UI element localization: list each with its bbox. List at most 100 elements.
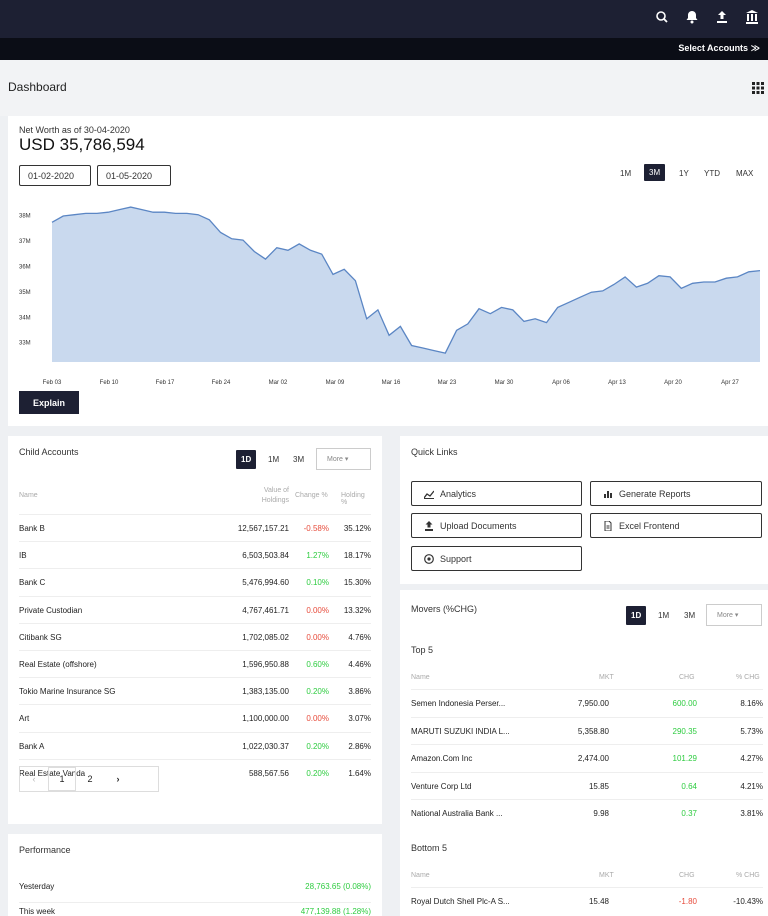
page-2-button[interactable]: 2 <box>76 767 104 791</box>
account-change: -0.58% <box>303 524 329 533</box>
range-1m[interactable]: 1M <box>620 169 631 178</box>
bell-icon[interactable] <box>684 9 700 25</box>
account-holding: 15.30% <box>343 578 371 588</box>
table-row[interactable]: Amazon.Com Inc 2,474.00 101.29 4.27% <box>411 744 763 771</box>
perf-label: This week <box>19 907 56 916</box>
child-accounts-table: Name Value of Holdings Change % Holding … <box>19 486 371 778</box>
security-pct: 3.81% <box>740 809 763 818</box>
col-name: Name <box>411 872 430 879</box>
generate-reports-link[interactable]: Generate Reports <box>590 481 762 506</box>
security-name: Amazon.Com Inc <box>411 754 473 763</box>
explain-button[interactable]: Explain <box>19 391 79 414</box>
x-tick-label: Mar 02 <box>269 380 288 386</box>
grid-icon[interactable] <box>752 82 764 94</box>
table-row[interactable]: Art 1,100,000.00 0.00% 3.07% <box>19 704 371 731</box>
security-name: Semen Indonesia Perser... <box>411 699 506 708</box>
col-mkt: MKT <box>599 674 614 681</box>
security-pct: 4.21% <box>740 781 763 791</box>
y-tick-label: 34M <box>19 315 31 321</box>
upload-icon <box>425 520 433 531</box>
range-1y[interactable]: 1Y <box>679 169 689 178</box>
from-date-input[interactable]: 01-02-2020 <box>19 165 91 186</box>
x-tick-label: Apr 27 <box>721 380 739 386</box>
net-worth-chart: 38M 37M 36M 35M 34M 33M Feb 03 Feb 10 Feb 17 Feb… <box>19 206 761 386</box>
account-value: 1,383,135.00 <box>242 687 289 697</box>
y-tick-label: 35M <box>19 290 31 296</box>
account-holding: 3.07% <box>348 714 371 724</box>
table-row[interactable]: IB 6,503,503.84 1.27% 18.17% <box>19 541 371 568</box>
excel-frontend-label: Excel Frontend <box>619 520 680 531</box>
child-accounts-card: Child Accounts 1D 1M 3M More ▾ Name Valu… <box>8 436 382 824</box>
movers-more-dropdown[interactable]: More ▾ <box>706 604 762 626</box>
security-pct: 8.16% <box>740 699 763 708</box>
performance-title: Performance <box>19 845 71 855</box>
sub-navbar: Select Accounts ≫ <box>0 38 768 60</box>
child-period-1m[interactable]: 1M <box>268 455 279 464</box>
page-1-button[interactable]: 1 <box>48 767 76 791</box>
account-change: 0.00% <box>306 714 329 724</box>
movers-card: Movers (%CHG) 1D 1M 3M More ▾ Top 5 Name… <box>400 590 768 916</box>
select-accounts-button[interactable]: Select Accounts ≫ <box>678 43 760 54</box>
table-row[interactable]: Royal Dutch Shell Plc-A S... 15.48 -1.80 -1… <box>411 887 763 914</box>
range-3m[interactable]: 3M <box>644 164 666 181</box>
table-row[interactable]: Venture Corp Ltd 15.85 0.64 4.21% <box>411 771 763 799</box>
bank-icon[interactable] <box>744 9 760 25</box>
account-change: 0.10% <box>306 578 329 588</box>
page-header: Dashboard <box>0 60 768 116</box>
table-row[interactable]: Bank A 1,022,030.37 0.20% 2.86% <box>19 731 371 759</box>
x-tick-label: Apr 06 <box>552 380 570 386</box>
range-max[interactable]: MAX <box>736 169 753 178</box>
table-row[interactable]: Bank C 5,476,994.60 0.10% 15.30% <box>19 568 371 595</box>
next-page-icon[interactable]: › <box>104 767 132 791</box>
account-change: 0.20% <box>306 768 329 778</box>
upload-documents-label: Upload Documents <box>440 520 517 531</box>
perf-label: Yesterday <box>19 882 55 891</box>
account-holding: 13.32% <box>343 605 371 615</box>
perf-row-week: This week 477,139.88 (1.28%) <box>19 902 371 916</box>
help-icon <box>424 553 434 564</box>
to-date-input[interactable]: 01-05-2020 <box>97 165 171 186</box>
child-period-1d[interactable]: 1D <box>236 450 257 469</box>
movers-period-1m[interactable]: 1M <box>658 611 669 620</box>
child-more-dropdown[interactable]: More ▾ <box>316 448 371 470</box>
account-name: Bank C <box>19 578 46 588</box>
quick-links-title: Quick Links <box>411 447 458 457</box>
account-name: Art <box>19 714 30 724</box>
movers-period-1d[interactable]: 1D <box>626 606 647 625</box>
movers-period-3m[interactable]: 3M <box>684 611 695 620</box>
table-row[interactable]: Real Estate (offshore) 1,596,950.88 0.60% 4… <box>19 650 371 677</box>
table-row[interactable]: Bank B 12,567,157.21 -0.58% 35.12% <box>19 514 371 541</box>
security-mkt: 7,950.00 <box>577 699 609 708</box>
upload-documents-link[interactable]: Upload Documents <box>411 513 582 538</box>
table-row[interactable]: Tokio Marine Insurance SG 1,383,135.00 0.2… <box>19 677 371 704</box>
search-icon[interactable] <box>654 9 670 25</box>
account-value: 1,022,030.37 <box>242 741 289 751</box>
table-row[interactable]: Semen Indonesia Perser... 7,950.00 600.00 8… <box>411 689 763 716</box>
col-holding: Holding % <box>341 492 365 506</box>
perf-row-yesterday: Yesterday 28,763.65 (0.08%) <box>19 878 371 898</box>
generate-reports-label: Generate Reports <box>619 488 691 499</box>
account-value: 1,596,950.88 <box>242 660 289 669</box>
analytics-link[interactable]: Analytics <box>411 481 582 506</box>
support-link[interactable]: Support <box>411 546 582 571</box>
table-row[interactable]: MARUTI SUZUKI INDIA L... 5,358.80 290.35 5.… <box>411 716 763 744</box>
table-row[interactable]: Citibank SG 1,702,085.02 0.00% 4.76% <box>19 622 371 650</box>
prev-page-icon[interactable]: ‹ <box>20 767 48 791</box>
range-ytd[interactable]: YTD <box>704 169 720 178</box>
account-value: 1,100,000.00 <box>242 714 289 724</box>
upload-icon[interactable] <box>714 9 730 25</box>
excel-frontend-link[interactable]: Excel Frontend <box>590 513 762 538</box>
x-tick-label: Feb 24 <box>212 380 231 386</box>
security-mkt: 15.85 <box>588 781 609 791</box>
account-name: Tokio Marine Insurance SG <box>19 687 116 697</box>
x-tick-label: Feb 03 <box>43 380 62 386</box>
account-holding: 4.76% <box>348 632 371 642</box>
y-tick-label: 36M <box>19 264 31 270</box>
account-change: 0.00% <box>306 632 329 642</box>
account-name: Private Custodian <box>19 605 83 615</box>
table-row[interactable]: Private Custodian 4,767,461.71 0.00% 13.32% <box>19 595 371 623</box>
account-name: Bank A <box>19 741 45 751</box>
table-row[interactable]: National Australia Bank ... 9.98 0.37 3.81% <box>411 799 763 826</box>
child-period-3m[interactable]: 3M <box>293 455 304 464</box>
support-label: Support <box>440 553 472 564</box>
